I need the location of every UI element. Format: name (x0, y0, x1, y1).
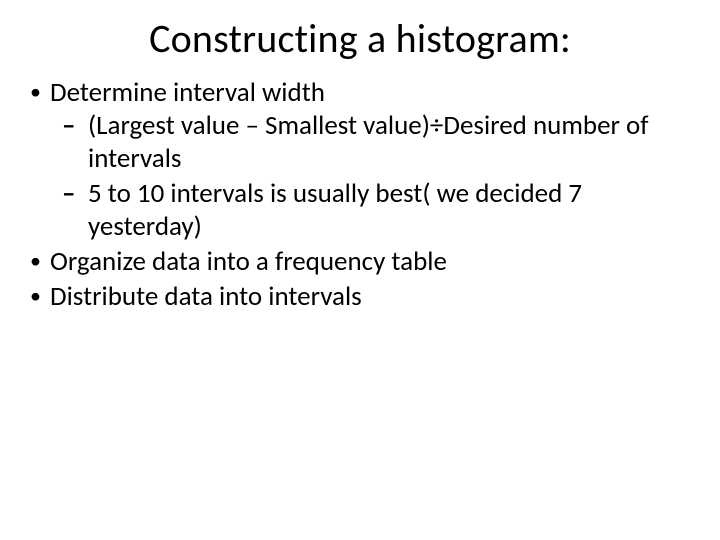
list-item: (Largest value – Smallest value)÷Desired… (58, 110, 692, 176)
list-item: Organize data into a frequency table (28, 246, 692, 279)
slide-title: Constructing a histogram: (28, 14, 692, 63)
bullet-text: Organize data into a frequency table (50, 245, 447, 278)
bullet-list: Determine interval width (Largest value … (28, 77, 692, 314)
bullet-text: (Largest value – Smallest value)÷Desired… (88, 109, 649, 175)
bullet-text: 5 to 10 intervals is usually best( we de… (88, 177, 582, 243)
sub-list: (Largest value – Smallest value)÷Desired… (50, 110, 692, 244)
list-item: Determine interval width (Largest value … (28, 77, 692, 244)
bullet-text: Determine interval width (50, 76, 325, 109)
list-item: Distribute data into intervals (28, 281, 692, 314)
bullet-text: Distribute data into intervals (50, 280, 362, 313)
slide: Constructing a histogram: Determine inte… (0, 0, 720, 540)
list-item: 5 to 10 intervals is usually best( we de… (58, 178, 692, 244)
